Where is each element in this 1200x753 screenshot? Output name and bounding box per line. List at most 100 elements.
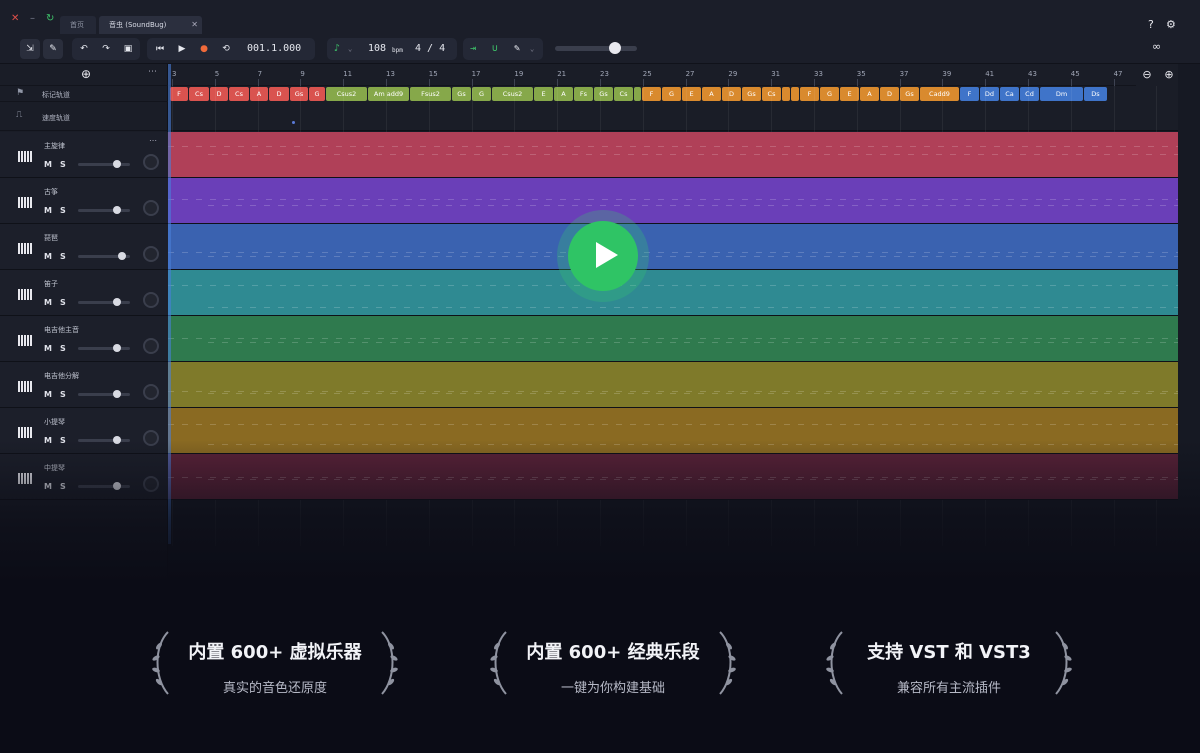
track-clip[interactable] xyxy=(168,224,1178,270)
track-name[interactable]: 古筝 xyxy=(44,187,58,197)
mute-button[interactable]: M xyxy=(44,298,52,307)
mute-button[interactable]: M xyxy=(44,390,52,399)
chord-block[interactable]: D xyxy=(722,87,741,101)
chord-block[interactable]: G xyxy=(472,87,491,101)
redo-button[interactable]: ↷ xyxy=(96,39,116,59)
chord-block[interactable] xyxy=(791,87,799,101)
mute-button[interactable]: M xyxy=(44,252,52,261)
solo-button[interactable]: S xyxy=(60,436,66,445)
add-track-icon[interactable]: ⊕ xyxy=(81,67,91,81)
chord-block[interactable]: Dd xyxy=(980,87,999,101)
magnet-icon[interactable]: ∪ xyxy=(492,39,498,59)
chord-block[interactable]: Am add9 xyxy=(368,87,409,101)
tempo-point[interactable] xyxy=(292,121,295,124)
pencil-icon[interactable]: ✎ xyxy=(514,39,520,59)
pan-knob[interactable] xyxy=(143,292,159,308)
chord-block[interactable]: D xyxy=(269,87,289,101)
refresh-icon[interactable]: ↻ xyxy=(46,14,54,24)
close-icon[interactable]: ✕ xyxy=(11,14,19,24)
slider-knob[interactable] xyxy=(113,160,121,168)
track-clip[interactable] xyxy=(168,362,1178,408)
track-header[interactable]: 古筝 M S xyxy=(0,178,168,224)
track-volume-slider[interactable] xyxy=(78,206,130,214)
time-signature[interactable]: 4 / 4 xyxy=(415,39,445,59)
chord-block[interactable]: Cs xyxy=(189,87,209,101)
chord-block[interactable] xyxy=(782,87,790,101)
playhead[interactable] xyxy=(168,64,171,544)
chord-block[interactable]: E xyxy=(534,87,553,101)
solo-button[interactable]: S xyxy=(60,344,66,353)
more-icon[interactable]: ⋯ xyxy=(149,136,157,145)
chord-block[interactable]: D xyxy=(210,87,228,101)
play-button[interactable]: ▶ xyxy=(172,39,192,59)
track-header[interactable]: 小提琴 M S xyxy=(0,408,168,454)
chord-block[interactable]: Cs xyxy=(229,87,249,101)
solo-button[interactable]: S xyxy=(60,160,66,169)
mute-button[interactable]: M xyxy=(44,436,52,445)
loop-icon[interactable]: ∞ xyxy=(1152,40,1161,53)
track-clip[interactable] xyxy=(168,454,1178,500)
chord-block[interactable]: Gs xyxy=(742,87,761,101)
mute-button[interactable]: M xyxy=(44,206,52,215)
loop-toggle-button[interactable]: ⟲ xyxy=(216,39,236,59)
pan-knob[interactable] xyxy=(143,384,159,400)
solo-button[interactable]: S xyxy=(60,252,66,261)
zoom-out-icon[interactable]: ⊖ xyxy=(1136,64,1158,86)
chord-block[interactable]: Cs xyxy=(614,87,633,101)
track-name[interactable]: 主旋律 xyxy=(44,141,65,151)
chevron-down-icon[interactable]: ⌄ xyxy=(348,39,352,59)
chord-block[interactable]: Gs xyxy=(290,87,308,101)
record-button[interactable]: ● xyxy=(194,39,214,59)
chord-block[interactable]: Csus2 xyxy=(326,87,367,101)
chord-block[interactable]: Cd xyxy=(1020,87,1039,101)
chord-block[interactable]: D xyxy=(880,87,899,101)
more-icon[interactable]: ⋯ xyxy=(148,67,157,77)
chord-block[interactable]: F xyxy=(800,87,819,101)
pan-knob[interactable] xyxy=(143,246,159,262)
track-volume-slider[interactable] xyxy=(78,436,130,444)
chord-block[interactable]: Gs xyxy=(900,87,919,101)
chord-block[interactable]: Fsus2 xyxy=(410,87,451,101)
track-name[interactable]: 电吉他主音 xyxy=(44,325,79,335)
chord-block[interactable]: A xyxy=(250,87,268,101)
chord-block[interactable]: Csus2 xyxy=(492,87,533,101)
tab-home[interactable]: 首页 xyxy=(60,16,96,34)
track-name[interactable]: 琵琶 xyxy=(44,233,58,243)
track-header[interactable]: 琵琶 M S xyxy=(0,224,168,270)
track-volume-slider[interactable] xyxy=(78,344,130,352)
chord-block[interactable]: Gs xyxy=(452,87,471,101)
save-button[interactable]: ▣ xyxy=(118,39,138,59)
slider-knob[interactable] xyxy=(113,390,121,398)
position-display[interactable]: 001.1.000 xyxy=(247,39,301,59)
chord-block[interactable]: Fs xyxy=(574,87,593,101)
solo-button[interactable]: S xyxy=(60,298,66,307)
chord-block[interactable]: Dm xyxy=(1040,87,1083,101)
minimize-icon[interactable]: – xyxy=(30,14,35,24)
chord-block[interactable] xyxy=(634,87,641,101)
chord-block[interactable]: Gs xyxy=(594,87,613,101)
chord-block[interactable]: F xyxy=(642,87,661,101)
close-icon[interactable]: ✕ xyxy=(191,16,198,34)
pan-knob[interactable] xyxy=(143,338,159,354)
slider-knob[interactable] xyxy=(118,252,127,260)
track-header[interactable]: 笛子 M S xyxy=(0,270,168,316)
track-header[interactable]: 中提琴 M S xyxy=(0,454,168,500)
track-header[interactable]: 主旋律 M S ⋯ xyxy=(0,132,168,178)
track-name[interactable]: 小提琴 xyxy=(44,417,65,427)
chord-block[interactable]: Ca xyxy=(1000,87,1019,101)
vertical-scrollbar[interactable] xyxy=(1178,64,1200,610)
track-name[interactable]: 电吉他分解 xyxy=(44,371,79,381)
slider-knob[interactable] xyxy=(609,42,621,54)
mute-button[interactable]: M xyxy=(44,160,52,169)
slider-knob[interactable] xyxy=(113,482,121,490)
mute-button[interactable]: M xyxy=(44,344,52,353)
track-volume-slider[interactable] xyxy=(78,298,130,306)
slider-knob[interactable] xyxy=(113,436,121,444)
solo-button[interactable]: S xyxy=(60,390,66,399)
pan-knob[interactable] xyxy=(143,200,159,216)
undo-button[interactable]: ↶ xyxy=(74,39,94,59)
track-volume-slider[interactable] xyxy=(78,252,130,260)
track-volume-slider[interactable] xyxy=(78,160,130,168)
track-volume-slider[interactable] xyxy=(78,390,130,398)
pan-knob[interactable] xyxy=(143,430,159,446)
